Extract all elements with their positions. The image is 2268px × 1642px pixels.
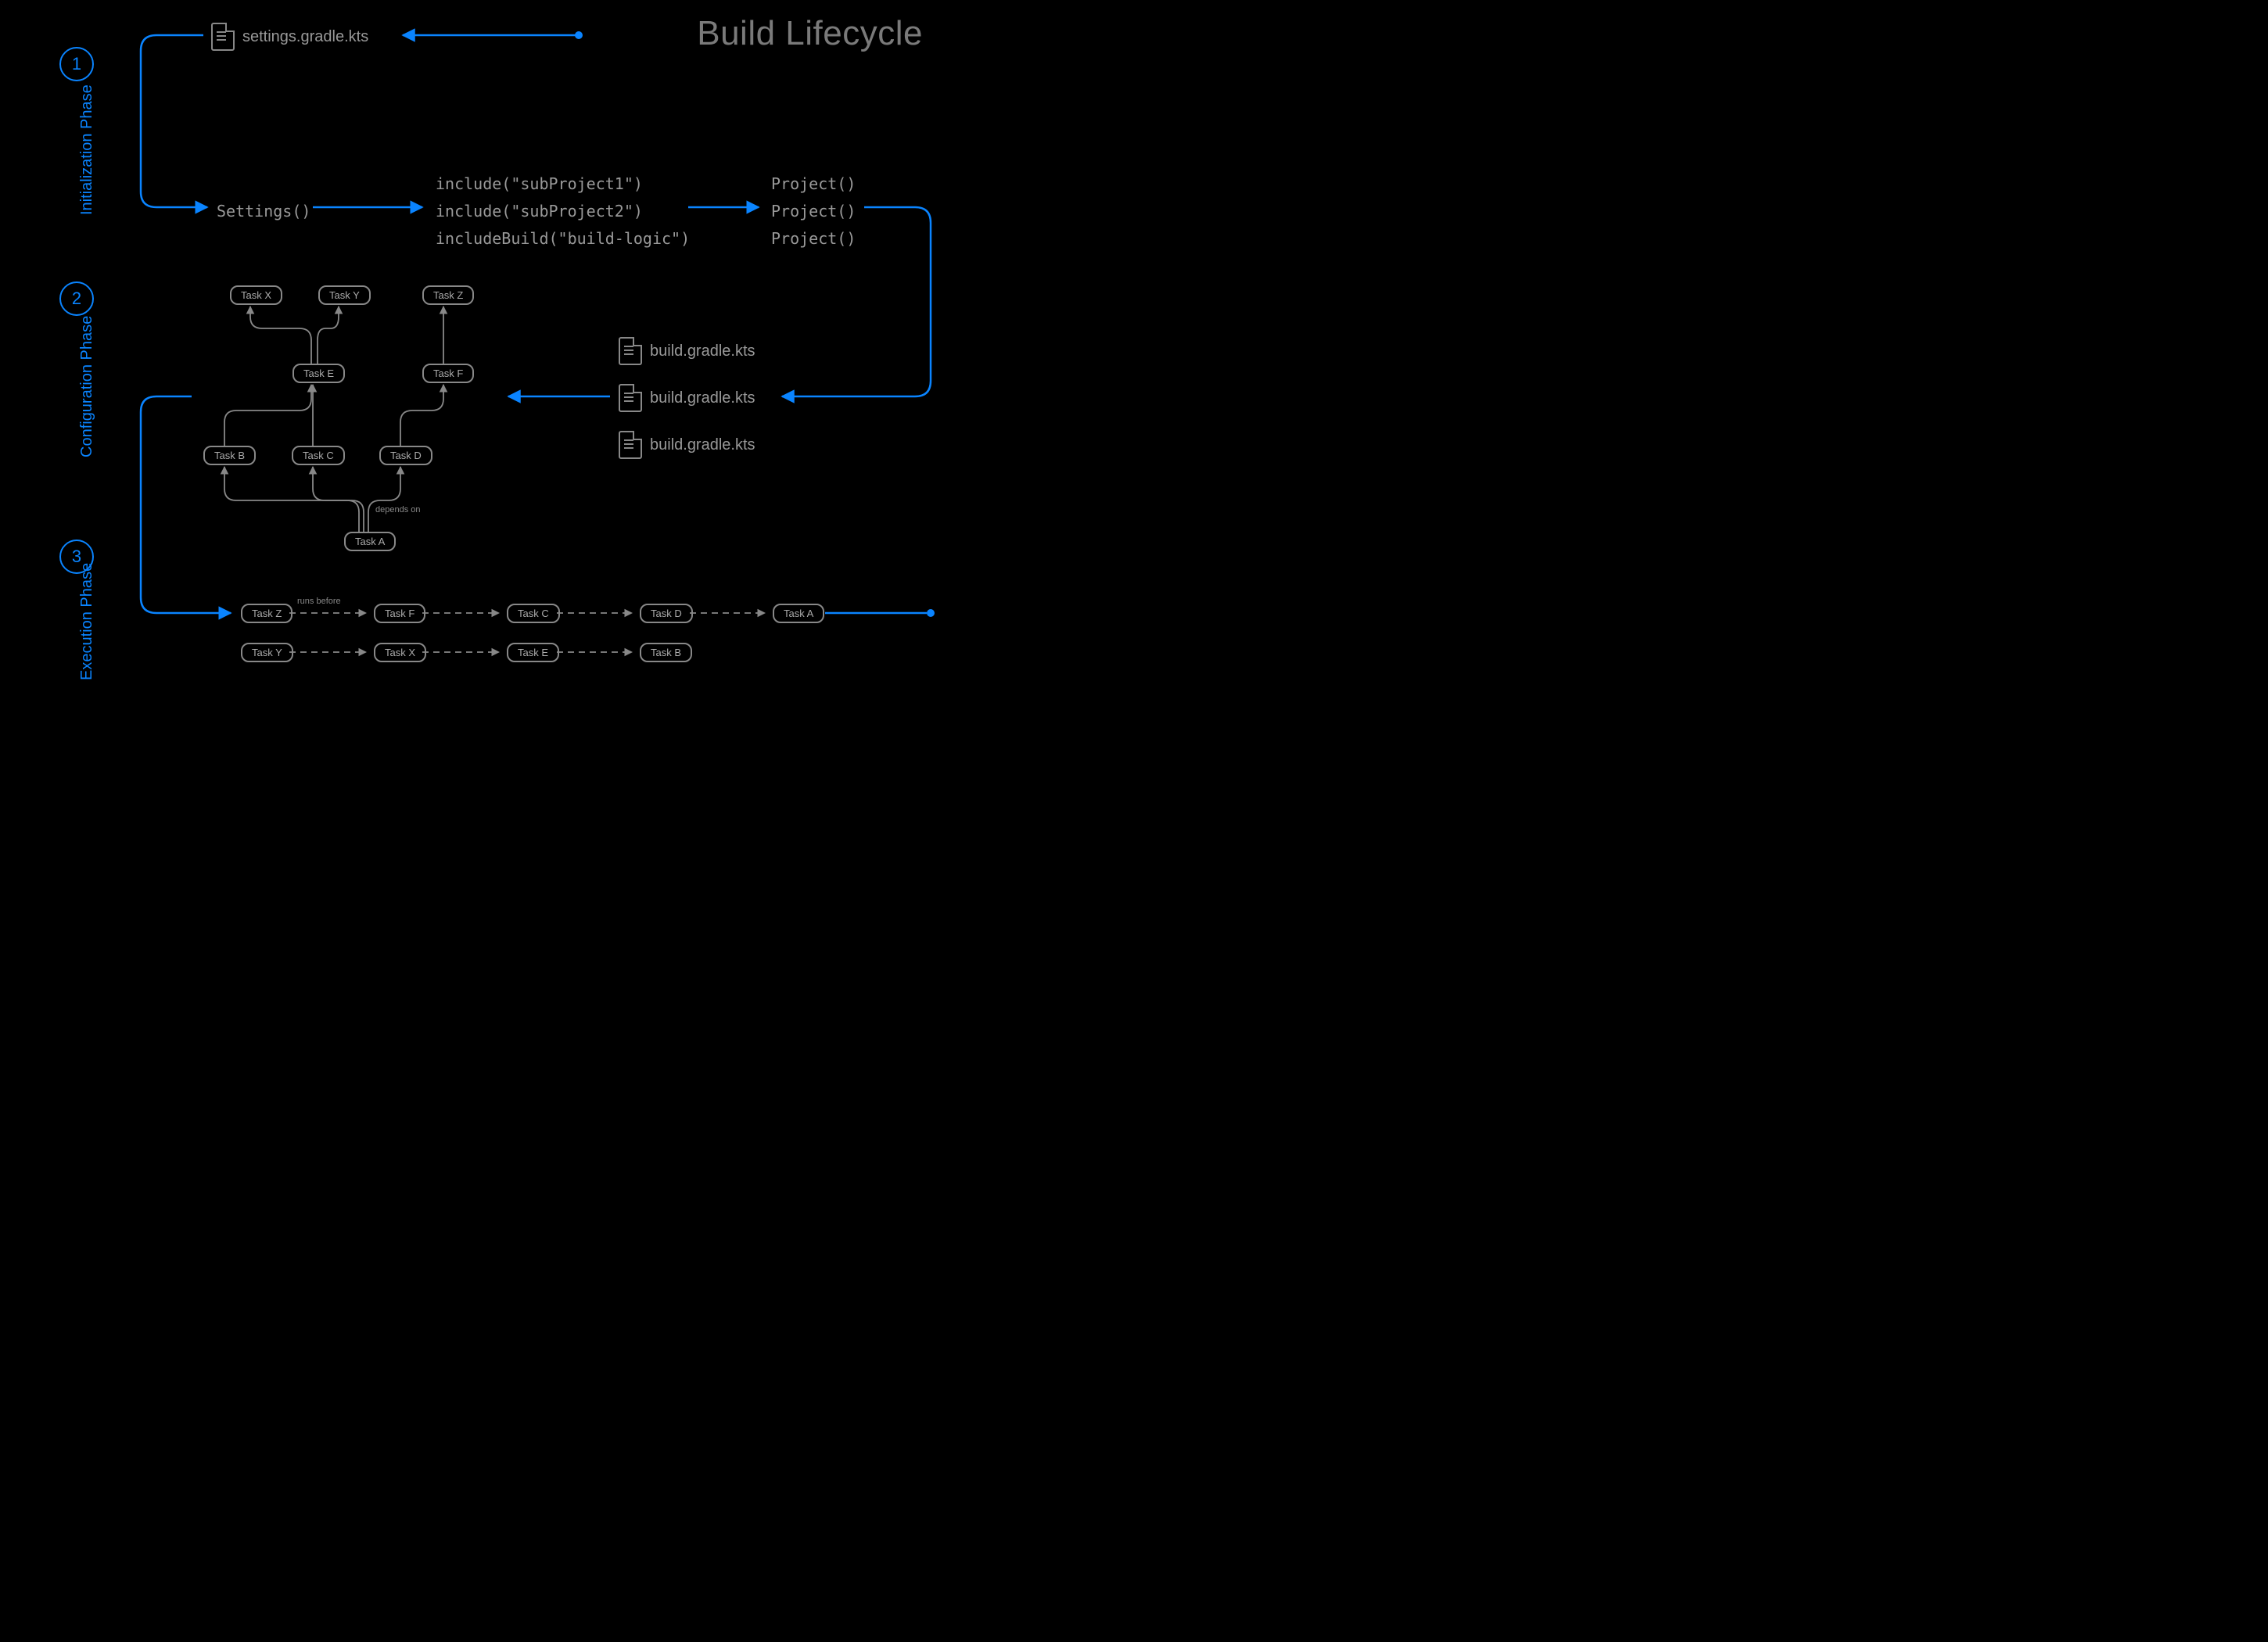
task-c-node: Task C: [292, 446, 345, 465]
connector-layer: [0, 0, 985, 713]
depends-on-label: depends on: [375, 505, 421, 514]
file-icon: [619, 431, 642, 459]
file-icon: [211, 23, 235, 51]
task-d-node: Task D: [379, 446, 432, 465]
exec-task-y: Task Y: [241, 643, 293, 662]
file-icon: [619, 384, 642, 412]
phase-2-label: Configuration Phase: [78, 316, 95, 457]
runs-before-label: runs before: [297, 597, 341, 606]
phase-3-label: Execution Phase: [78, 563, 95, 680]
settings-call: Settings(): [217, 198, 310, 225]
settings-file-label: settings.gradle.kts: [242, 28, 368, 46]
task-f-node: Task F: [422, 364, 474, 383]
exec-task-c: Task C: [507, 604, 560, 623]
settings-file: settings.gradle.kts: [211, 23, 368, 51]
phase-2-badge: 2: [59, 281, 94, 316]
task-x-node: Task X: [230, 285, 282, 305]
build-file-1: build.gradle.kts: [619, 337, 755, 365]
exec-task-z: Task Z: [241, 604, 292, 623]
exec-task-a: Task A: [773, 604, 824, 623]
exec-task-d: Task D: [640, 604, 693, 623]
build-file-3: build.gradle.kts: [619, 431, 755, 459]
task-b-node: Task B: [203, 446, 256, 465]
task-z-node: Task Z: [422, 285, 474, 305]
page-title: Build Lifecycle: [697, 14, 923, 53]
file-icon: [619, 337, 642, 365]
exec-task-f: Task F: [374, 604, 425, 623]
include-block: include("subProject1") include("subProje…: [436, 170, 690, 253]
task-a-node: Task A: [344, 532, 396, 551]
build-file-2: build.gradle.kts: [619, 384, 755, 412]
task-e-node: Task E: [292, 364, 345, 383]
phase-1-label: Initialization Phase: [78, 84, 95, 215]
task-y-node: Task Y: [318, 285, 371, 305]
exec-task-e: Task E: [507, 643, 559, 662]
project-list: Project() Project() Project(): [771, 170, 856, 253]
exec-task-x: Task X: [374, 643, 426, 662]
exec-task-b: Task B: [640, 643, 692, 662]
phase-1-badge: 1: [59, 47, 94, 81]
